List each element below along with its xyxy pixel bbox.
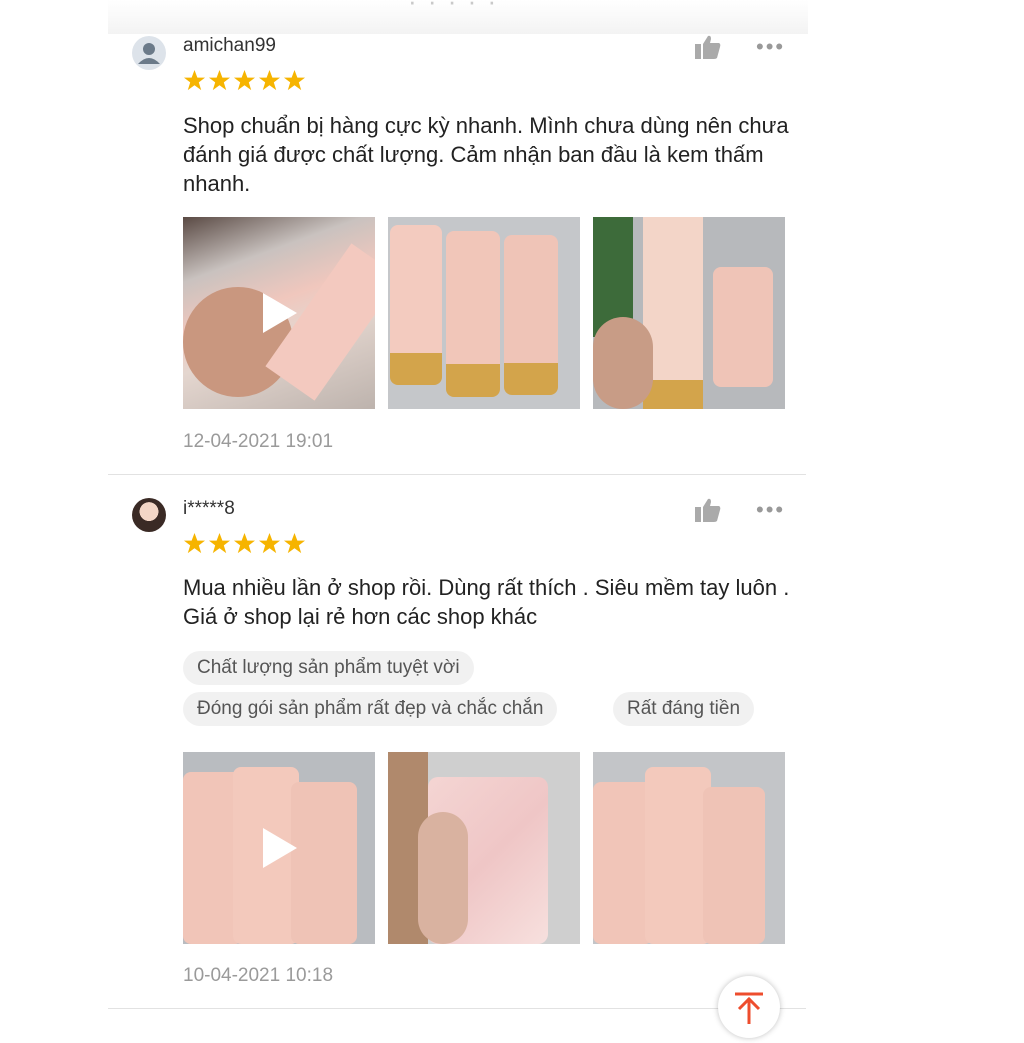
review-date: 12-04-2021 19:01 (183, 431, 334, 452)
review-photo-thumbnail[interactable] (388, 217, 580, 409)
star-icon (208, 532, 231, 554)
play-icon (263, 828, 297, 868)
avatar[interactable] (132, 36, 166, 70)
star-icon (233, 69, 256, 91)
review-media (183, 217, 785, 409)
scroll-to-top-button[interactable] (718, 976, 780, 1038)
user-icon (138, 43, 160, 64)
review-tag: Đóng gói sản phẩm rất đẹp và chắc chắn (183, 692, 558, 726)
review-photo-thumbnail[interactable] (593, 217, 785, 409)
review-photo-thumbnail[interactable] (388, 752, 580, 944)
review-divider (108, 1008, 806, 1009)
review-video-thumbnail[interactable] (183, 217, 375, 409)
review-username[interactable]: amichan99 (183, 35, 276, 57)
review-card: i*****8 ••• Mua nhiều lần ở shop rồi. Dù… (108, 475, 806, 1010)
star-icon (258, 532, 281, 554)
thumbs-up-icon[interactable] (694, 34, 722, 60)
star-icon (258, 69, 281, 91)
rating-stars (183, 69, 306, 92)
more-options-button[interactable]: ••• (756, 497, 785, 523)
review-card: amichan99 ••• Shop chuẩn bị hàng cực kỳ … (108, 0, 806, 474)
review-date: 10-04-2021 10:18 (183, 965, 334, 986)
rating-stars (183, 532, 306, 555)
review-tag: Rất đáng tiền (613, 692, 755, 726)
star-icon (208, 69, 231, 91)
review-video-thumbnail[interactable] (183, 752, 375, 944)
arrow-up-icon (735, 992, 763, 1024)
avatar[interactable] (132, 498, 166, 532)
star-icon (283, 532, 306, 554)
review-tag: Chất lượng sản phẩm tuyệt vời (183, 651, 474, 685)
star-icon (283, 69, 306, 91)
thumbs-up-icon[interactable] (694, 497, 722, 523)
star-icon (183, 532, 206, 554)
star-icon (233, 532, 256, 554)
more-options-button[interactable]: ••• (756, 34, 785, 60)
star-icon (183, 69, 206, 91)
review-tags: Chất lượng sản phẩm tuyệt vời Đóng gói s… (183, 651, 803, 731)
review-media (183, 752, 785, 944)
play-icon (263, 293, 297, 333)
review-comment: Mua nhiều lần ở shop rồi. Dùng rất thích… (183, 575, 790, 629)
review-comment: Shop chuẩn bị hàng cực kỳ nhanh. Mình ch… (183, 113, 789, 196)
review-photo-thumbnail[interactable] (593, 752, 785, 944)
review-username[interactable]: i*****8 (183, 498, 235, 520)
